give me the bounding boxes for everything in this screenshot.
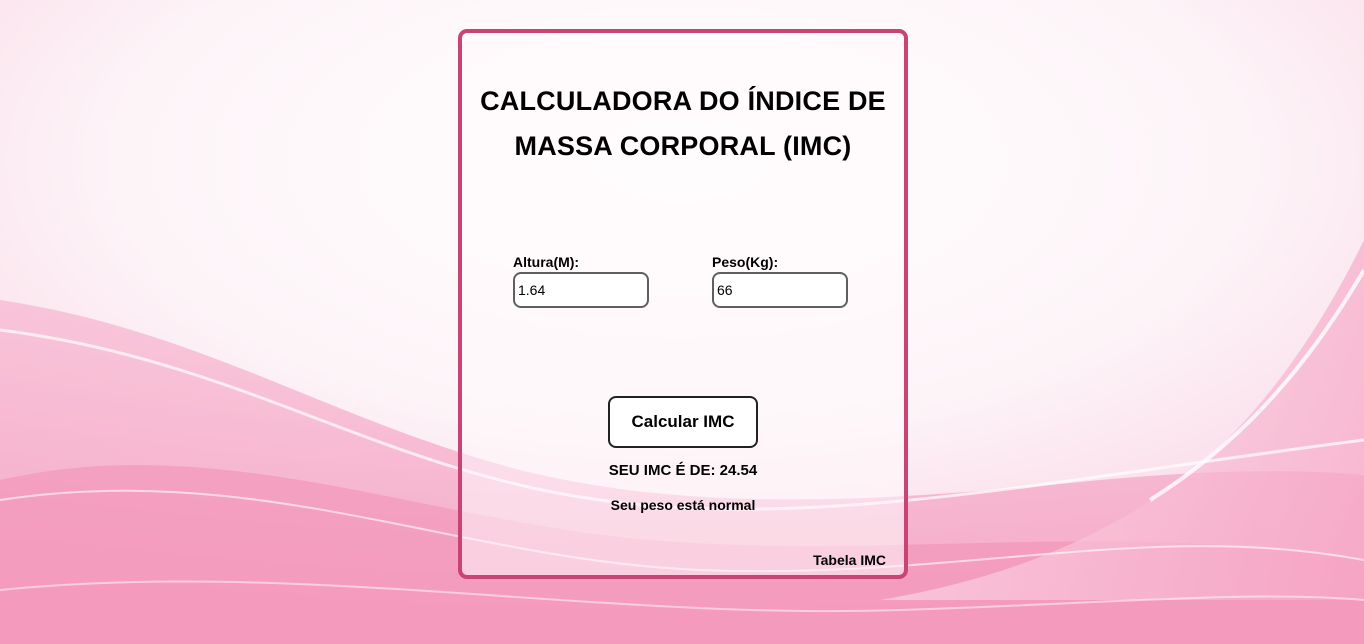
page-title: CALCULADORA DO ÍNDICE DE MASSA CORPORAL … bbox=[480, 86, 886, 161]
height-input[interactable] bbox=[513, 272, 649, 308]
weight-input[interactable] bbox=[712, 272, 848, 308]
weight-status-message: Seu peso está normal bbox=[610, 497, 756, 513]
weight-label: Peso(Kg): bbox=[712, 254, 779, 270]
imc-result: SEU IMC É DE: 24.54 bbox=[462, 462, 904, 479]
imc-result-value: 24.54 bbox=[719, 462, 758, 479]
imc-calculator-card: CALCULADORA DO ÍNDICE DE MASSA CORPORAL … bbox=[458, 29, 908, 579]
imc-table-link[interactable]: Tabela IMC bbox=[813, 552, 886, 568]
imc-result-label: SEU IMC É DE: bbox=[608, 462, 716, 479]
calculate-imc-button[interactable]: Calcular IMC bbox=[608, 396, 758, 448]
height-label: Altura(M): bbox=[513, 254, 580, 270]
